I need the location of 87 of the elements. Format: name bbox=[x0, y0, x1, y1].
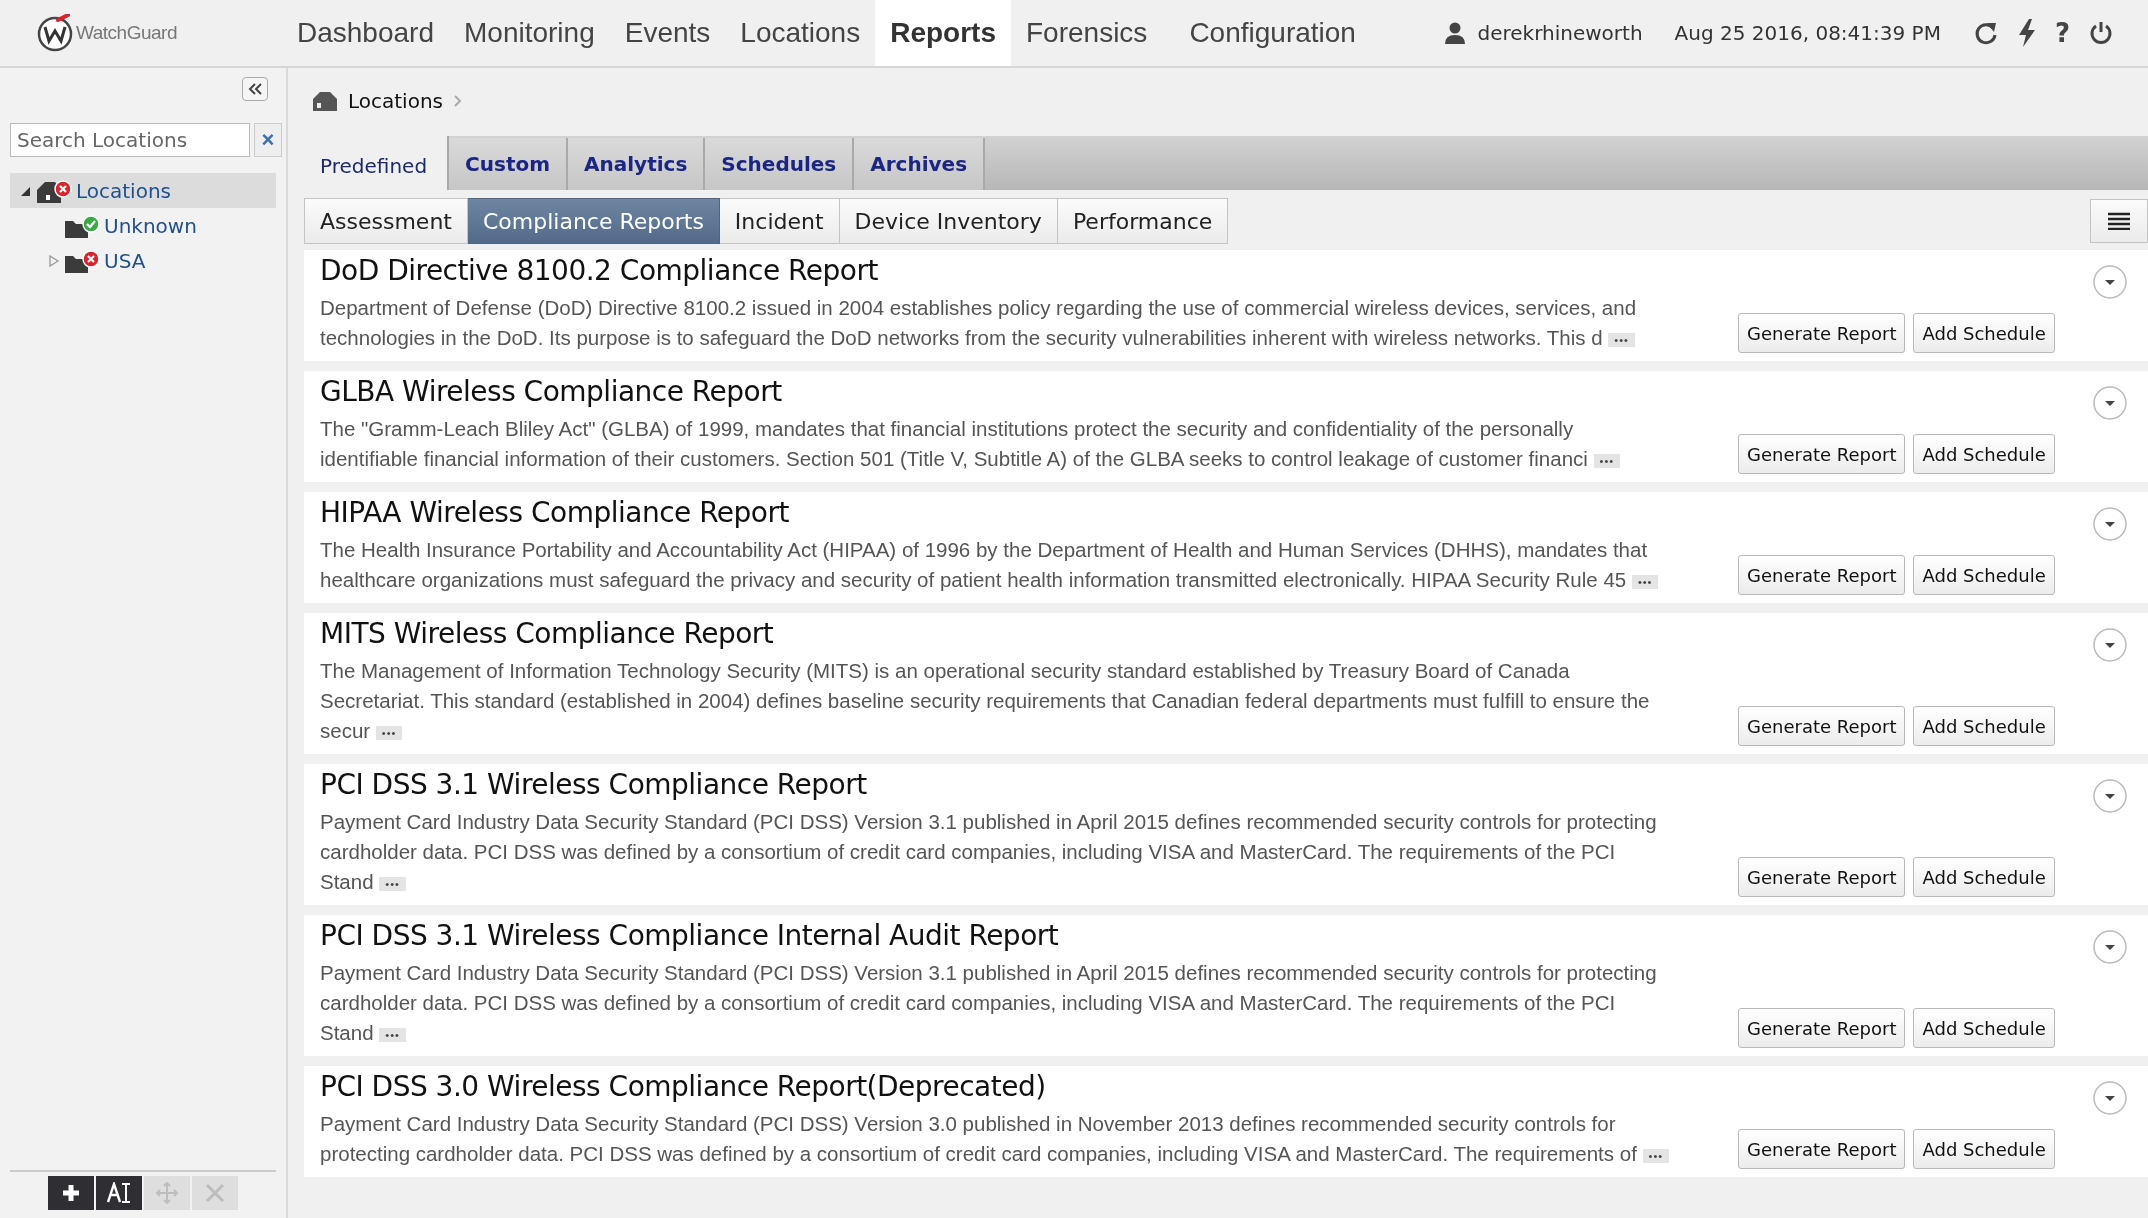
tab[interactable]: Custom bbox=[449, 138, 569, 190]
tab[interactable]: Analytics bbox=[568, 138, 706, 190]
search-field[interactable]: Search Locations bbox=[10, 123, 250, 157]
text-cursor-icon bbox=[107, 1182, 131, 1204]
add-schedule-button[interactable]: Add Schedule bbox=[1913, 706, 2055, 746]
generate-report-button[interactable]: Generate Report bbox=[1738, 313, 1906, 353]
date-time: Aug 25 2016, 08:41:39 PM bbox=[1674, 21, 1941, 45]
generate-report-button[interactable]: Generate Report bbox=[1738, 555, 1906, 595]
nav-tab[interactable]: Monitoring bbox=[449, 0, 610, 66]
more-button[interactable]: ••• bbox=[379, 1027, 406, 1042]
sub-tab[interactable]: Device Inventory bbox=[839, 198, 1058, 244]
report-description: Payment Card Industry Data Security Standard (PCI DSS) Version 3.1 published in April 2015 defines recommended security controls for protecting cardholder data. PCI DSS was defined by a consortium of credit card companies, including VISA and MasterCard. The requirements of the PCI Stand ••• bbox=[320, 809, 1658, 895]
clear-search-button[interactable]: × bbox=[254, 123, 282, 157]
close-icon bbox=[205, 1183, 225, 1203]
add-schedule-button[interactable]: Add Schedule bbox=[1913, 1008, 2055, 1048]
menu-icon bbox=[2108, 212, 2130, 230]
report-title: PCI DSS 3.1 Wireless Compliance Internal Audit Report bbox=[320, 919, 1060, 952]
expand-icon[interactable] bbox=[2092, 1080, 2128, 1116]
report-title: PCI DSS 3.1 Wireless Compliance Report bbox=[320, 768, 868, 801]
generate-report-button[interactable]: Generate Report bbox=[1738, 434, 1906, 474]
more-button[interactable]: ••• bbox=[375, 725, 403, 740]
building-icon bbox=[312, 91, 338, 111]
more-button[interactable]: ••• bbox=[379, 876, 406, 891]
nav-tab[interactable]: Locations bbox=[725, 0, 876, 66]
double-chevron-left-icon bbox=[247, 82, 263, 96]
tree-item[interactable]: Locations bbox=[10, 173, 276, 208]
add-schedule-button[interactable]: Add Schedule bbox=[1913, 434, 2055, 474]
generate-report-button[interactable]: Generate Report bbox=[1738, 1008, 1906, 1048]
report-title: DoD Directive 8100.2 Compliance Report bbox=[320, 254, 879, 287]
expand-icon[interactable] bbox=[2092, 264, 2128, 300]
expand-icon[interactable] bbox=[2092, 385, 2128, 421]
tab[interactable]: Archives bbox=[854, 138, 986, 190]
report-description: Department of Defense (DoD) Directive 8100.2 issued in 2004 establishes policy regarding the use of commercial wireless devices, services, and technologies in the DoD. Its purpose is to safeguard the DoD networks from the security vulnerabilities inherent with wireless networks. This d ••• bbox=[320, 295, 1638, 351]
expand-icon[interactable] bbox=[2092, 506, 2128, 542]
more-button[interactable]: ••• bbox=[1631, 574, 1659, 589]
collapsed-caret-icon[interactable] bbox=[48, 254, 60, 267]
more-button[interactable]: ••• bbox=[1608, 332, 1635, 347]
more-button[interactable]: ••• bbox=[1642, 1148, 1670, 1163]
add-schedule-button[interactable]: Add Schedule bbox=[1913, 555, 2055, 595]
sub-tab[interactable]: Assessment bbox=[304, 198, 468, 244]
report-description: Payment Card Industry Data Security Standard (PCI DSS) Version 3.0 published in November 2013 defines recommended security controls for protecting cardholder data. PCI DSS was defined by a consortium of credit card companies, including VISA and MasterCard. The requirements of ••• bbox=[320, 1109, 1670, 1169]
chevron-right-icon bbox=[453, 94, 463, 108]
logo-icon bbox=[36, 14, 74, 52]
add-button[interactable] bbox=[48, 1176, 94, 1210]
move-arrows-icon bbox=[156, 1182, 178, 1204]
report-title: PCI DSS 3.0 Wireless Compliance Report(Deprecated) bbox=[320, 1070, 1047, 1103]
report-description: The Management of Information Technology Security (MITS) is an operational security standard established by Treasury Board of Canada Secretariat. This standard (established in 2004) defines baseline security requirements that Canadian federal departments must fulfill to ensure the secur ••• bbox=[320, 658, 1651, 744]
add-schedule-button[interactable]: Add Schedule bbox=[1913, 857, 2055, 897]
rename-button[interactable] bbox=[96, 1176, 142, 1210]
add-schedule-button[interactable]: Add Schedule bbox=[1913, 1129, 2055, 1169]
add-schedule-button[interactable]: Add Schedule bbox=[1913, 313, 2055, 353]
report-description: The "Gramm-Leach Bliley Act" (GLBA) of 1999, mandates that financial institutions protect the security and confidentiality of the personally identifiable financial information of their customers. Section 501 (Title V, Subtitle A) of the GLBA seeks to control leakage of customer financi ••• bbox=[320, 414, 1670, 474]
lightning-icon[interactable] bbox=[2016, 19, 2037, 47]
nav-tab[interactable]: Reports bbox=[875, 0, 1011, 66]
breadcrumb-link[interactable]: Locations bbox=[348, 89, 443, 113]
tree-item[interactable]: USA bbox=[10, 243, 276, 278]
report-title: GLBA Wireless Compliance Report bbox=[320, 375, 783, 408]
sub-tab[interactable]: Incident bbox=[719, 198, 840, 244]
plus-icon bbox=[61, 1183, 81, 1203]
user-icon bbox=[1445, 22, 1466, 44]
expand-icon[interactable] bbox=[2092, 929, 2128, 965]
nav-tab[interactable]: Dashboard bbox=[282, 0, 449, 66]
generate-report-button[interactable]: Generate Report bbox=[1738, 706, 1906, 746]
username[interactable]: derekrhineworth bbox=[1477, 21, 1643, 45]
expand-icon[interactable] bbox=[2092, 627, 2128, 663]
nav-tab[interactable]: Events bbox=[609, 0, 726, 66]
report-description: The Health Insurance Portability and Accountability Act (HIPAA) of 1996 by the Department of Health and Human Services (DHHS), mandates that healthcare organizations must safeguard the privacy and security of patient health information transmitted electronically. HIPAA Security Rule 45 ••• bbox=[320, 535, 1670, 595]
expand-icon[interactable] bbox=[2092, 778, 2128, 814]
folder-check-icon bbox=[64, 212, 100, 239]
report-description: Payment Card Industry Data Security Standard (PCI DSS) Version 3.1 published in April 2015 defines recommended security controls for protecting cardholder data. PCI DSS was defined by a consortium of credit card companies, including VISA and MasterCard. The requirements of the PCI Stand ••• bbox=[320, 960, 1658, 1046]
collapse-button[interactable] bbox=[242, 77, 268, 101]
sub-tab[interactable]: Compliance Reports bbox=[467, 198, 720, 244]
menu-button[interactable] bbox=[2090, 199, 2148, 243]
report-title: HIPAA Wireless Compliance Report bbox=[320, 496, 790, 529]
report-title: MITS Wireless Compliance Report bbox=[320, 617, 775, 650]
nav-tab[interactable]: Forensics bbox=[1011, 0, 1163, 66]
tab[interactable]: Predefined bbox=[304, 136, 450, 190]
more-button[interactable]: ••• bbox=[1593, 453, 1621, 468]
nav-tab[interactable]: Configuration bbox=[1174, 0, 1371, 66]
generate-report-button[interactable]: Generate Report bbox=[1738, 857, 1906, 897]
power-icon[interactable] bbox=[2088, 20, 2114, 46]
sub-tab[interactable]: Performance bbox=[1057, 198, 1229, 244]
generate-report-button[interactable]: Generate Report bbox=[1738, 1129, 1906, 1169]
help-button[interactable]: ? bbox=[2054, 18, 2070, 48]
brand-name: WatchGuard bbox=[76, 22, 177, 44]
tree-item[interactable]: Unknown bbox=[10, 208, 276, 243]
tab[interactable]: Schedules bbox=[705, 138, 855, 190]
